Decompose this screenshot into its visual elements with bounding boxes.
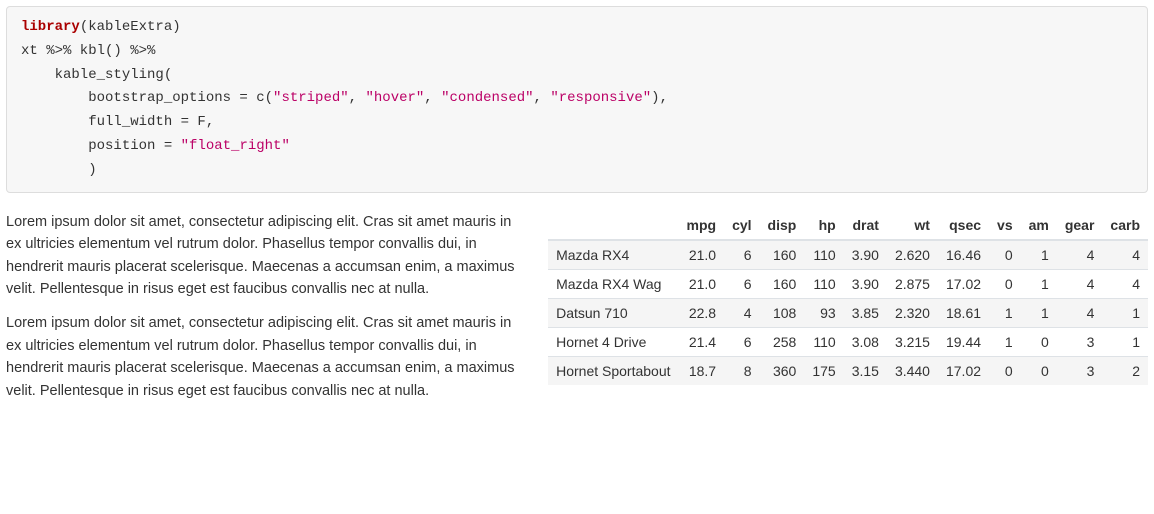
code-text: full_width = F, (21, 114, 214, 130)
code-text: , (349, 90, 366, 106)
table-cell: 21.0 (679, 240, 725, 270)
table-row: Datsun 71022.84108933.852.32018.611141 (548, 298, 1148, 327)
table-header-row: mpg cyl disp hp drat wt qsec vs am gear … (548, 211, 1148, 240)
table-cell: 16.46 (938, 240, 989, 270)
code-text: position = (21, 138, 181, 154)
code-string: "hover" (365, 90, 424, 106)
table-cell: 8 (724, 356, 759, 385)
table-cell: 4 (724, 298, 759, 327)
code-text: (kableExtra) (80, 19, 181, 35)
code-text: kable_styling( (21, 67, 172, 83)
table-cell: 2 (1102, 356, 1148, 385)
table-header: hp (804, 211, 843, 240)
table-cell: Hornet 4 Drive (548, 327, 678, 356)
table-row: Hornet 4 Drive21.462581103.083.21519.441… (548, 327, 1148, 356)
table-cell: 17.02 (938, 356, 989, 385)
table-cell: 0 (1021, 327, 1057, 356)
table-cell: 3.15 (844, 356, 887, 385)
table-header (548, 211, 678, 240)
code-text: , (534, 90, 551, 106)
table-cell: 4 (1057, 240, 1103, 270)
table-row: Hornet Sportabout18.783601753.153.44017.… (548, 356, 1148, 385)
table-header: mpg (679, 211, 725, 240)
table-cell: 1 (989, 298, 1021, 327)
table-cell: 1 (1102, 298, 1148, 327)
table-cell: 3.440 (887, 356, 938, 385)
code-text: ), (651, 90, 668, 106)
table-cell: 1 (989, 327, 1021, 356)
table-cell: 0 (989, 269, 1021, 298)
table-cell: 19.44 (938, 327, 989, 356)
code-text: , (424, 90, 441, 106)
table-cell: 160 (760, 240, 805, 270)
table-header: disp (760, 211, 805, 240)
table-cell: 3 (1057, 356, 1103, 385)
code-string: "condensed" (441, 90, 533, 106)
table-cell: 3.215 (887, 327, 938, 356)
code-text: xt %>% kbl() %>% (21, 43, 155, 59)
table-cell: 110 (804, 327, 843, 356)
table-body: Mazda RX421.061601103.902.62016.460144Ma… (548, 240, 1148, 385)
table-cell: 108 (760, 298, 805, 327)
code-string: "float_right" (181, 138, 290, 154)
table-header: wt (887, 211, 938, 240)
table-cell: 160 (760, 269, 805, 298)
table-row: Mazda RX4 Wag21.061601103.902.87517.0201… (548, 269, 1148, 298)
table-cell: 21.0 (679, 269, 725, 298)
code-block: library(kableExtra) xt %>% kbl() %>% kab… (6, 6, 1148, 193)
table-cell: 360 (760, 356, 805, 385)
table-header: carb (1102, 211, 1148, 240)
table-cell: 17.02 (938, 269, 989, 298)
table-header: drat (844, 211, 887, 240)
table-cell: 3.08 (844, 327, 887, 356)
code-text: ) (21, 162, 97, 178)
table-cell: 6 (724, 240, 759, 270)
data-table: mpg cyl disp hp drat wt qsec vs am gear … (548, 211, 1148, 385)
table-cell: Hornet Sportabout (548, 356, 678, 385)
table-cell: Datsun 710 (548, 298, 678, 327)
table-cell: 21.4 (679, 327, 725, 356)
table-cell: 2.320 (887, 298, 938, 327)
table-cell: 0 (989, 240, 1021, 270)
table-cell: 1 (1102, 327, 1148, 356)
table-cell: 110 (804, 240, 843, 270)
table-cell: 1 (1021, 269, 1057, 298)
table-cell: 1 (1021, 298, 1057, 327)
table-cell: 4 (1057, 269, 1103, 298)
table-cell: 3.90 (844, 269, 887, 298)
table-cell: 3 (1057, 327, 1103, 356)
code-string: "responsive" (550, 90, 651, 106)
table-cell: 6 (724, 269, 759, 298)
table-cell: 175 (804, 356, 843, 385)
table-cell: 4 (1102, 269, 1148, 298)
table-cell: 4 (1057, 298, 1103, 327)
table-cell: 3.85 (844, 298, 887, 327)
table-header: cyl (724, 211, 759, 240)
table-cell: 18.7 (679, 356, 725, 385)
table-cell: 22.8 (679, 298, 725, 327)
table-header: qsec (938, 211, 989, 240)
table-cell: 110 (804, 269, 843, 298)
table-cell: 0 (989, 356, 1021, 385)
table-cell: 258 (760, 327, 805, 356)
code-keyword: library (21, 19, 80, 35)
table-header: vs (989, 211, 1021, 240)
table-cell: Mazda RX4 (548, 240, 678, 270)
table-cell: Mazda RX4 Wag (548, 269, 678, 298)
table-row: Mazda RX421.061601103.902.62016.460144 (548, 240, 1148, 270)
table-cell: 2.875 (887, 269, 938, 298)
code-string: "striped" (273, 90, 349, 106)
table-cell: 18.61 (938, 298, 989, 327)
table-cell: 3.90 (844, 240, 887, 270)
table-cell: 4 (1102, 240, 1148, 270)
table-header: gear (1057, 211, 1103, 240)
code-text: bootstrap_options = c( (21, 90, 273, 106)
table-cell: 6 (724, 327, 759, 356)
table-header: am (1021, 211, 1057, 240)
table-cell: 0 (1021, 356, 1057, 385)
table-cell: 93 (804, 298, 843, 327)
table-cell: 2.620 (887, 240, 938, 270)
table-cell: 1 (1021, 240, 1057, 270)
